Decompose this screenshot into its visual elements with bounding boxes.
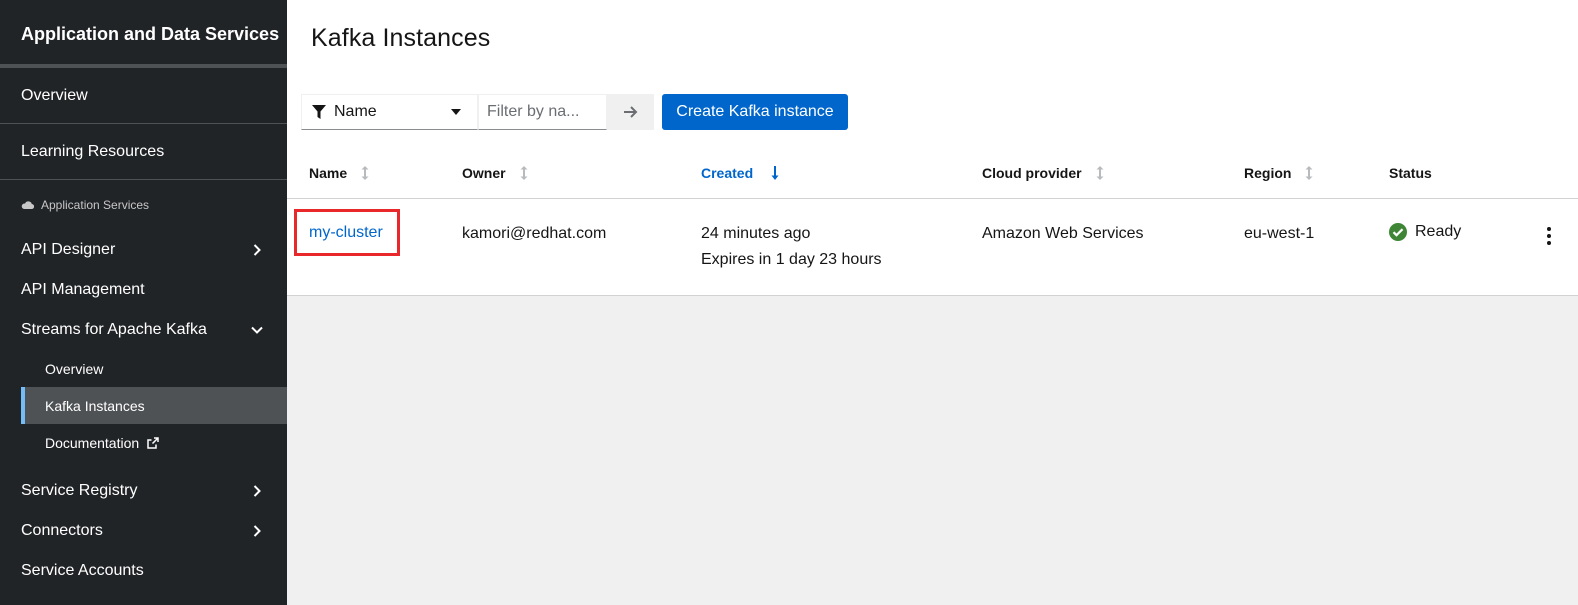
- created-time: 24 minutes ago: [701, 225, 811, 242]
- sort-icon: [1305, 166, 1313, 180]
- filter-attribute-label: Name: [334, 103, 377, 120]
- sidebar-item-label: Connectors: [21, 522, 103, 539]
- search-button[interactable]: [607, 94, 654, 130]
- status-label: Ready: [1415, 223, 1462, 240]
- table-row: my-cluster kamori@redhat.com 24 minutes …: [287, 199, 1578, 295]
- cloud-icon: [21, 201, 34, 210]
- sidebar-section-application-services: Application Services: [0, 180, 287, 230]
- sidebar-item-service-registry[interactable]: Service Registry: [0, 471, 287, 511]
- sidebar-subitem-kafka-instances[interactable]: Kafka Instances: [21, 387, 287, 424]
- sidebar-item-label: Streams for Apache Kafka: [21, 321, 207, 338]
- sidebar-item-service-accounts[interactable]: Service Accounts: [0, 551, 287, 591]
- main-content: Kafka Instances Name Create Kafka instan…: [287, 0, 1578, 605]
- toolbar: Name Create Kafka instance: [287, 80, 1578, 147]
- sort-icon: [520, 166, 528, 180]
- column-header-label: Name: [309, 165, 348, 181]
- chevron-down-icon: [251, 326, 263, 334]
- sidebar-item-api-designer[interactable]: API Designer: [0, 230, 287, 270]
- filter-icon: [312, 104, 326, 119]
- sidebar-item-label: API Management: [21, 281, 145, 298]
- sidebar-item-label: Overview: [21, 86, 88, 104]
- column-header-region[interactable]: Region: [1244, 165, 1313, 181]
- sidebar: Application and Data Services Overview L…: [0, 0, 287, 605]
- instance-name-link[interactable]: my-cluster: [294, 209, 400, 256]
- instances-table: Name Owner Created Cloud provider Region…: [287, 147, 1578, 296]
- column-header-label: Created: [701, 165, 754, 181]
- column-header-status: Status: [1389, 165, 1432, 181]
- sidebar-section-label: Application Services: [41, 198, 150, 212]
- sidebar-item-label: Service Registry: [21, 482, 138, 499]
- column-header-created[interactable]: Created: [701, 165, 779, 181]
- sidebar-subitem-label: Overview: [45, 360, 104, 377]
- instance-owner: kamori@redhat.com: [462, 225, 607, 242]
- instance-region: eu-west-1: [1244, 225, 1315, 242]
- column-header-label: Status: [1389, 165, 1432, 181]
- sidebar-item-streams-for-apache-kafka[interactable]: Streams for Apache Kafka: [0, 310, 287, 350]
- kebab-icon[interactable]: [1544, 225, 1554, 246]
- caret-down-icon: [451, 109, 461, 115]
- sidebar-subitem-label: Documentation: [45, 434, 140, 451]
- sidebar-subitem-documentation[interactable]: Documentation: [21, 424, 287, 461]
- chevron-right-icon: [253, 485, 261, 497]
- arrow-right-icon: [623, 106, 637, 118]
- create-kafka-instance-button[interactable]: Create Kafka instance: [662, 94, 848, 130]
- filter-input[interactable]: [478, 94, 607, 130]
- column-header-name[interactable]: Name: [309, 165, 369, 181]
- column-header-label: Owner: [462, 165, 506, 181]
- column-header-cloud-provider[interactable]: Cloud provider: [982, 165, 1104, 181]
- chevron-right-icon: [253, 244, 261, 256]
- column-header-label: Region: [1244, 165, 1292, 181]
- sidebar-subitem-label: Kafka Instances: [45, 397, 145, 414]
- expires-time: Expires in 1 day 23 hours: [701, 251, 882, 268]
- sidebar-item-learning-resources[interactable]: Learning Resources: [0, 124, 287, 180]
- sidebar-item-label: Service Accounts: [21, 562, 144, 579]
- sort-icon: [361, 166, 369, 180]
- check-circle-icon: [1389, 223, 1407, 241]
- external-link-icon: [147, 436, 159, 449]
- sidebar-item-overview[interactable]: Overview: [0, 68, 287, 124]
- column-header-label: Cloud provider: [982, 165, 1082, 181]
- sidebar-subitem-overview[interactable]: Overview: [21, 350, 287, 387]
- sidebar-item-label: Learning Resources: [21, 142, 165, 160]
- instance-cloud-provider: Amazon Web Services: [982, 225, 1144, 242]
- instance-created: 24 minutes ago Expires in 1 day 23 hours: [701, 225, 882, 269]
- filter-attribute-select[interactable]: Name: [301, 94, 478, 130]
- chevron-right-icon: [253, 525, 261, 537]
- column-header-owner[interactable]: Owner: [462, 165, 528, 181]
- page-title: Kafka Instances: [311, 24, 491, 52]
- sidebar-item-api-management[interactable]: API Management: [0, 270, 287, 310]
- sidebar-item-connectors[interactable]: Connectors: [0, 511, 287, 551]
- page-header: Kafka Instances: [287, 0, 1578, 80]
- status-badge: Ready: [1389, 223, 1461, 241]
- table-header: Name Owner Created Cloud provider Region…: [287, 147, 1578, 199]
- sort-icon: [1096, 166, 1104, 180]
- sort-down-icon: [771, 166, 779, 180]
- sidebar-item-label: API Designer: [21, 241, 116, 258]
- sidebar-header: Application and Data Services: [0, 0, 287, 68]
